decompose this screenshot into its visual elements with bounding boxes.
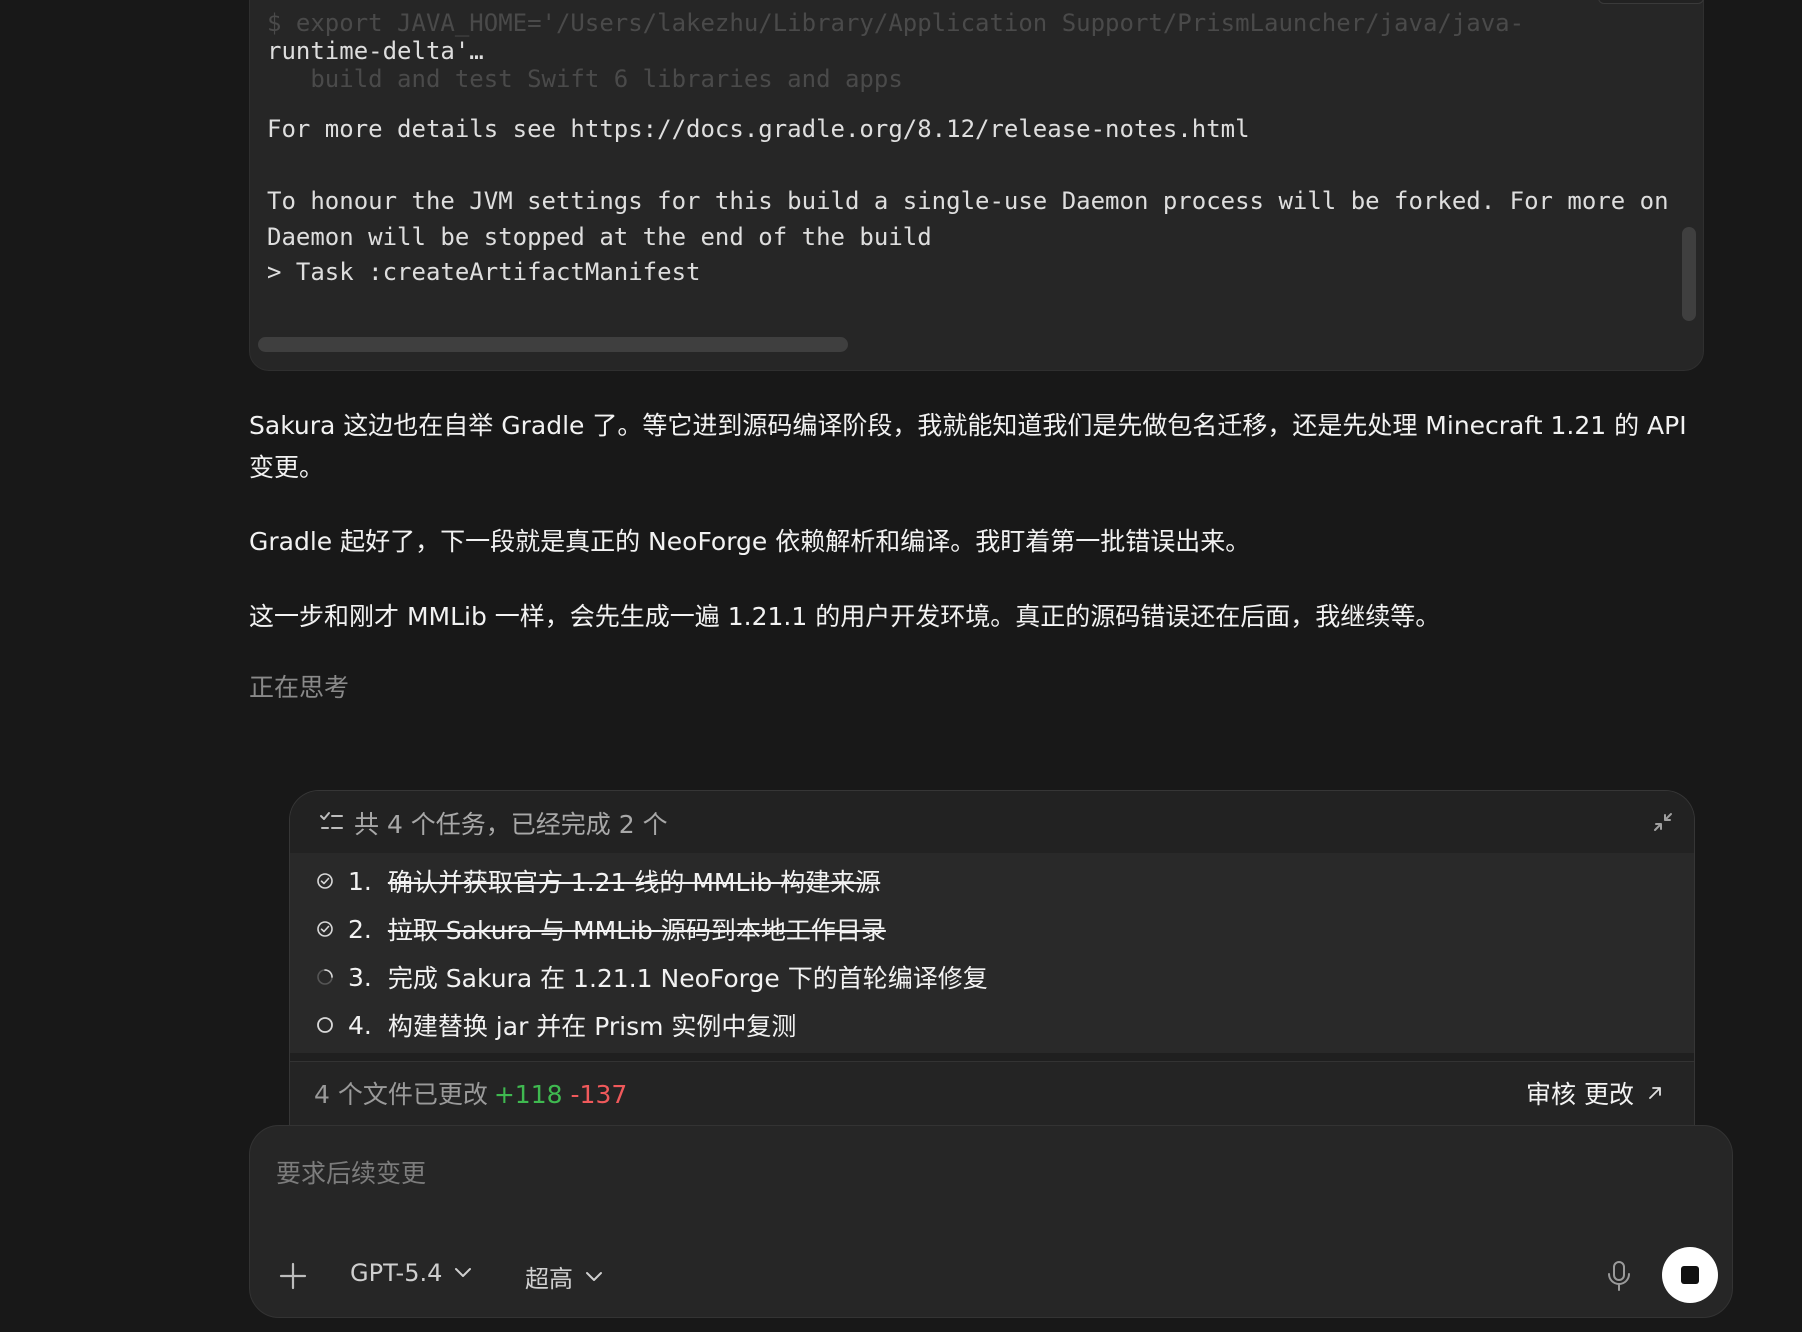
task-number: 1.	[348, 866, 372, 896]
arrow-up-right-icon	[1649, 1087, 1661, 1099]
stop-icon	[1681, 1266, 1699, 1284]
task-item: 3. 完成 Sakura 在 1.21.1 NeoForge 下的首轮编译修复	[316, 957, 988, 997]
deletions-count: -137	[570, 1080, 628, 1109]
task-number: 4.	[348, 1010, 372, 1040]
files-changed: 4 个文件已更改 +118 -137	[314, 1075, 627, 1111]
task-item: 4. 构建替换 jar 并在 Prism 实例中复测	[316, 1005, 796, 1045]
message-input[interactable]	[274, 1152, 1678, 1194]
task-panel: 共 4 个任务，已经完成 2 个 1. 确认并获取官方 1.21 线的 MMLi…	[289, 790, 1695, 1130]
task-number: 3.	[348, 962, 372, 992]
vertical-scrollbar[interactable]	[1682, 227, 1696, 321]
terminal-output: $ export JAVA_HOME='/Users/lakezhu/Libra…	[249, 0, 1704, 371]
microphone-icon[interactable]	[1605, 1260, 1633, 1292]
composer: GPT-5.4 超高	[249, 1125, 1733, 1318]
spinner-icon	[317, 969, 333, 985]
changes-summary: 4 个文件已更改 +118 -137 审核 更改	[290, 1061, 1694, 1130]
empty-circle-icon	[317, 1017, 333, 1033]
chat-page: $ export JAVA_HOME='/Users/lakezhu/Libra…	[0, 0, 1802, 1332]
effort-label: 超高	[525, 1265, 573, 1293]
model-selector[interactable]: GPT-5.4	[350, 1259, 472, 1287]
stop-button[interactable]	[1662, 1247, 1718, 1303]
task-text: 构建替换 jar 并在 Prism 实例中复测	[387, 1012, 797, 1041]
header-chip[interactable]	[1598, 0, 1704, 4]
task-item: 2. 拉取 Sakura 与 MMLib 源码到本地工作目录	[316, 909, 886, 949]
thinking-status: 正在思考	[249, 673, 350, 702]
chevron-down-icon	[455, 1268, 472, 1277]
plus-icon[interactable]	[278, 1261, 308, 1291]
task-list: 1. 确认并获取官方 1.21 线的 MMLib 构建来源 2. 拉取 Saku…	[290, 853, 1694, 1053]
additions-count: +118	[493, 1080, 563, 1109]
model-label: GPT-5.4	[350, 1259, 443, 1287]
review-changes-label: 审核 更改	[1526, 1080, 1634, 1109]
checklist-icon	[320, 812, 343, 829]
collapse-icon[interactable]	[1650, 809, 1676, 835]
terminal-line: > Task :createArtifactManifest	[267, 258, 701, 286]
reasoning-effort-selector[interactable]: 超高	[525, 1259, 603, 1294]
assistant-message: Sakura 这边也在自举 Gradle 了。等它进到源码编译阶段，我就能知道我…	[249, 411, 1687, 482]
terminal-line: For more details see https://docs.gradle…	[267, 115, 1250, 143]
task-text: 拉取 Sakura 与 MMLib 源码到本地工作目录	[387, 916, 886, 945]
check-circle-icon	[317, 921, 333, 937]
terminal-line: build and test Swift 6 libraries and app…	[267, 65, 903, 93]
task-text: 确认并获取官方 1.21 线的 MMLib 构建来源	[387, 868, 881, 897]
task-panel-header[interactable]: 共 4 个任务，已经完成 2 个	[290, 791, 1694, 853]
task-summary: 共 4 个任务，已经完成 2 个	[354, 810, 668, 839]
files-changed-label: 4 个文件已更改	[314, 1080, 488, 1109]
assistant-message: 这一步和刚才 MMLib 一样，会先生成一遍 1.21.1 的用户开发环境。真正…	[249, 602, 1441, 631]
task-item: 1. 确认并获取官方 1.21 线的 MMLib 构建来源	[316, 861, 880, 901]
assistant-message: Gradle 起好了，下一段就是真正的 NeoForge 依赖解析和编译。我盯着…	[249, 527, 1251, 556]
chevron-down-icon	[586, 1271, 602, 1281]
task-text: 完成 Sakura 在 1.21.1 NeoForge 下的首轮编译修复	[387, 964, 988, 993]
check-circle-icon	[317, 873, 333, 889]
horizontal-scrollbar[interactable]	[258, 337, 848, 352]
review-changes-button[interactable]: 审核 更改	[1526, 1075, 1664, 1111]
terminal-line: Daemon will be stopped at the end of the…	[267, 223, 932, 251]
task-number: 2.	[348, 914, 372, 944]
terminal-line: To honour the JVM settings for this buil…	[267, 187, 1669, 215]
